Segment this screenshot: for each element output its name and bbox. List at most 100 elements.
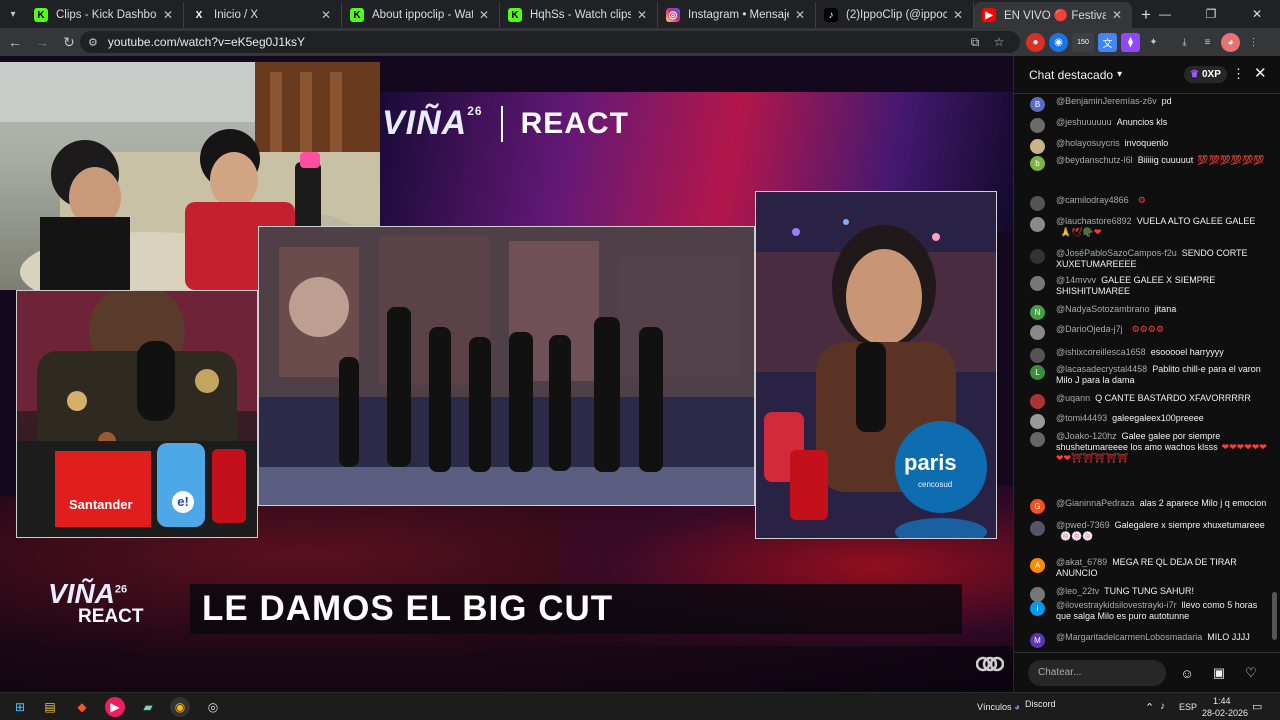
media-controls-icon[interactable]: ≡ bbox=[1198, 33, 1217, 52]
profile-avatar[interactable]: ◕ bbox=[1221, 32, 1240, 52]
chat-message[interactable]: @tomi44493 galeegaleex100preeee bbox=[1030, 413, 1268, 429]
input-language[interactable]: ESP bbox=[1179, 702, 1197, 712]
chat-username[interactable]: @akat_6789 bbox=[1056, 557, 1107, 567]
close-window-icon[interactable]: ✕ bbox=[1234, 0, 1280, 28]
chat-username[interactable]: @camilodray4866 bbox=[1056, 195, 1129, 205]
chat-message[interactable]: M @MargaritadelcarmenLobosmadaria MILO JJJ… bbox=[1030, 632, 1268, 648]
bookmark-star-icon[interactable]: ☆ bbox=[988, 35, 1010, 49]
video-player[interactable]: VIÑA26 REACT Santander e! paris cencosud… bbox=[0, 56, 1013, 692]
obs-icon[interactable]: ◎ bbox=[203, 697, 223, 717]
notes-app-icon[interactable]: ▰ bbox=[138, 697, 158, 717]
tab-hqhss-clips[interactable]: K HqhSs - Watch clips on Kic ✕ bbox=[500, 2, 658, 28]
chat-avatar[interactable] bbox=[1030, 432, 1045, 447]
chat-username[interactable]: @Joako-120hz bbox=[1056, 431, 1117, 441]
chat-username[interactable]: @GianinnaPedraza bbox=[1056, 498, 1135, 508]
chat-username[interactable]: @JoséPabloSazoCampos-f2u bbox=[1056, 248, 1177, 258]
extension-counter-icon[interactable]: 150 bbox=[1072, 32, 1094, 52]
emoji-icon[interactable]: ☺ bbox=[1178, 664, 1196, 682]
chat-username[interactable]: @tomi44493 bbox=[1056, 413, 1107, 423]
close-icon[interactable]: ✕ bbox=[1110, 8, 1124, 22]
chat-username[interactable]: @NadyaSotozambrano bbox=[1056, 304, 1150, 314]
chat-avatar[interactable] bbox=[1030, 217, 1045, 232]
chevron-down-icon[interactable]: ▾ bbox=[1117, 69, 1122, 80]
tab-tiktok[interactable]: ♪ (2)IppoClip (@ippoclip) | TikTok ✕ bbox=[816, 2, 974, 28]
back-arrow-icon[interactable]: ← bbox=[3, 30, 27, 54]
chat-username[interactable]: @leo_22tv bbox=[1056, 586, 1099, 596]
chat-username[interactable]: @lauchastore6892 bbox=[1056, 216, 1132, 226]
chat-mode-dropdown[interactable]: Chat destacado bbox=[1029, 68, 1113, 82]
chat-message[interactable]: @leo_22tv TUNG TUNG SAHUR! bbox=[1030, 586, 1268, 602]
chat-message[interactable]: @pwed-7369 Galegalere x siempre xhuxetuma… bbox=[1030, 520, 1268, 542]
chat-avatar[interactable]: G bbox=[1030, 499, 1045, 514]
file-explorer-icon[interactable]: ▤ bbox=[40, 697, 60, 717]
chat-avatar[interactable] bbox=[1030, 394, 1045, 409]
translate-icon[interactable]: 文 bbox=[1098, 32, 1117, 52]
chat-message[interactable]: @Joako-120hz Galee galee por siempre shus… bbox=[1030, 431, 1268, 464]
chat-username[interactable]: @uqann bbox=[1056, 393, 1090, 403]
tab-instagram[interactable]: ◎ Instagram • Mensajes ✕ bbox=[658, 2, 816, 28]
chat-message[interactable]: @DarioOjeda-j7j ⚙⚙⚙⚙ bbox=[1030, 324, 1268, 340]
tab-search-icon[interactable]: ▾ bbox=[0, 0, 26, 28]
restore-icon[interactable]: ❐ bbox=[1188, 0, 1234, 28]
chat-message[interactable]: @uqann Q CANTE BASTARDO XFAVORRRRR bbox=[1030, 393, 1268, 409]
links-toolbar[interactable]: Vínculos bbox=[977, 702, 1012, 712]
chat-avatar[interactable] bbox=[1030, 325, 1045, 340]
speaker-icon[interactable]: ♪ bbox=[1160, 701, 1165, 712]
chrome-icon[interactable]: ◉ bbox=[170, 697, 190, 717]
chat-message[interactable]: @jeshuuuuuu Anuncios kls bbox=[1030, 117, 1268, 133]
windows-start-icon[interactable]: ⊞ bbox=[10, 697, 30, 717]
super-chat-icon[interactable]: ▣ bbox=[1210, 664, 1228, 682]
heart-icon[interactable]: ♡ bbox=[1242, 664, 1260, 682]
tab-x-home[interactable]: X Inicio / X ✕ bbox=[184, 2, 342, 28]
brave-icon[interactable]: ◆ bbox=[72, 697, 92, 717]
chat-username[interactable]: @ishixcoreillesca1658 bbox=[1056, 347, 1146, 357]
chat-username[interactable]: @ilovestraykidsilovestrayki-i7r bbox=[1056, 600, 1177, 610]
chat-message[interactable]: i @ilovestraykidsilovestrayki-i7r llevo co… bbox=[1030, 600, 1268, 622]
install-app-icon[interactable]: ⧉ bbox=[964, 35, 986, 50]
chat-username[interactable]: @lacasadecrystal4458 bbox=[1056, 364, 1147, 374]
clock-time[interactable]: 1:44 bbox=[1213, 696, 1231, 706]
chat-username[interactable]: @MargaritadelcarmenLobosmadaria bbox=[1056, 632, 1202, 642]
minimize-icon[interactable]: — bbox=[1142, 0, 1188, 28]
chat-avatar[interactable] bbox=[1030, 249, 1045, 264]
chat-message[interactable]: @camilodray4866 ⚙ bbox=[1030, 195, 1268, 211]
chat-avatar[interactable]: N bbox=[1030, 305, 1045, 320]
chat-message[interactable]: B @BenjaminJeremías-z6v pd bbox=[1030, 96, 1268, 112]
chat-avatar[interactable]: A bbox=[1030, 558, 1045, 573]
twitch-icon[interactable]: ⧫ bbox=[1121, 32, 1140, 52]
chat-message-list[interactable]: B @BenjaminJeremías-z6v pd @jeshuuuuuu Anunc… bbox=[1014, 94, 1280, 650]
media-player-icon[interactable]: ▶ bbox=[105, 697, 125, 717]
discord-toolbar[interactable]: Discord bbox=[1025, 699, 1056, 709]
close-icon[interactable]: ✕ bbox=[635, 8, 649, 22]
extension-red-icon[interactable]: ● bbox=[1026, 32, 1045, 52]
close-icon[interactable]: ✕ bbox=[319, 8, 333, 22]
chat-avatar[interactable] bbox=[1030, 276, 1045, 291]
close-chat-icon[interactable]: ✕ bbox=[1254, 64, 1267, 82]
chat-scrollbar[interactable] bbox=[1272, 96, 1277, 648]
chat-avatar[interactable] bbox=[1030, 521, 1045, 536]
tab-youtube-live[interactable]: ▶ EN VIVO 🔴 Festival de Viñ ✕ bbox=[974, 2, 1132, 28]
chat-username[interactable]: @pwed-7369 bbox=[1056, 520, 1110, 530]
chat-avatar[interactable] bbox=[1030, 139, 1045, 154]
browser-menu-icon[interactable]: ⋮ bbox=[1244, 33, 1263, 52]
reload-icon[interactable]: ↻ bbox=[57, 30, 81, 54]
forward-arrow-icon[interactable]: → bbox=[30, 30, 54, 54]
notifications-icon[interactable]: ▭ bbox=[1252, 700, 1262, 713]
chat-message[interactable]: G @GianinnaPedraza alas 2 aparece Milo j q… bbox=[1030, 498, 1268, 514]
chat-message[interactable]: @ishixcoreillesca1658 esooooel harryyyy bbox=[1030, 347, 1268, 363]
chat-message[interactable]: A @akat_6789 MEGA RE QL DEJA DE TIRAR ANUN… bbox=[1030, 557, 1268, 579]
chat-avatar[interactable]: B bbox=[1030, 97, 1045, 112]
chat-avatar[interactable]: M bbox=[1030, 633, 1045, 648]
chat-avatar[interactable]: L bbox=[1030, 365, 1045, 380]
close-icon[interactable]: ✕ bbox=[951, 8, 965, 22]
chat-username[interactable]: @beydanschutz-l6l bbox=[1056, 155, 1133, 165]
chat-message[interactable]: @14mvvv GALEE GALEE X SIEMPRE SHISHITUMAR… bbox=[1030, 275, 1268, 297]
chat-username[interactable]: @jeshuuuuuu bbox=[1056, 117, 1112, 127]
chat-username[interactable]: @holayosuycris bbox=[1056, 138, 1120, 148]
tray-chevron-up-icon[interactable]: ⌃ bbox=[1145, 701, 1154, 714]
tab-clips-kick[interactable]: K Clips - Kick Dashboard ✕ bbox=[26, 2, 184, 28]
chat-avatar[interactable]: b bbox=[1030, 156, 1045, 171]
chat-scroll-thumb[interactable] bbox=[1272, 592, 1277, 640]
close-icon[interactable]: ✕ bbox=[793, 8, 807, 22]
chat-message[interactable]: @lauchastore6892 VUELA ALTO GALEE GALEE 🙏🕊… bbox=[1030, 216, 1268, 238]
